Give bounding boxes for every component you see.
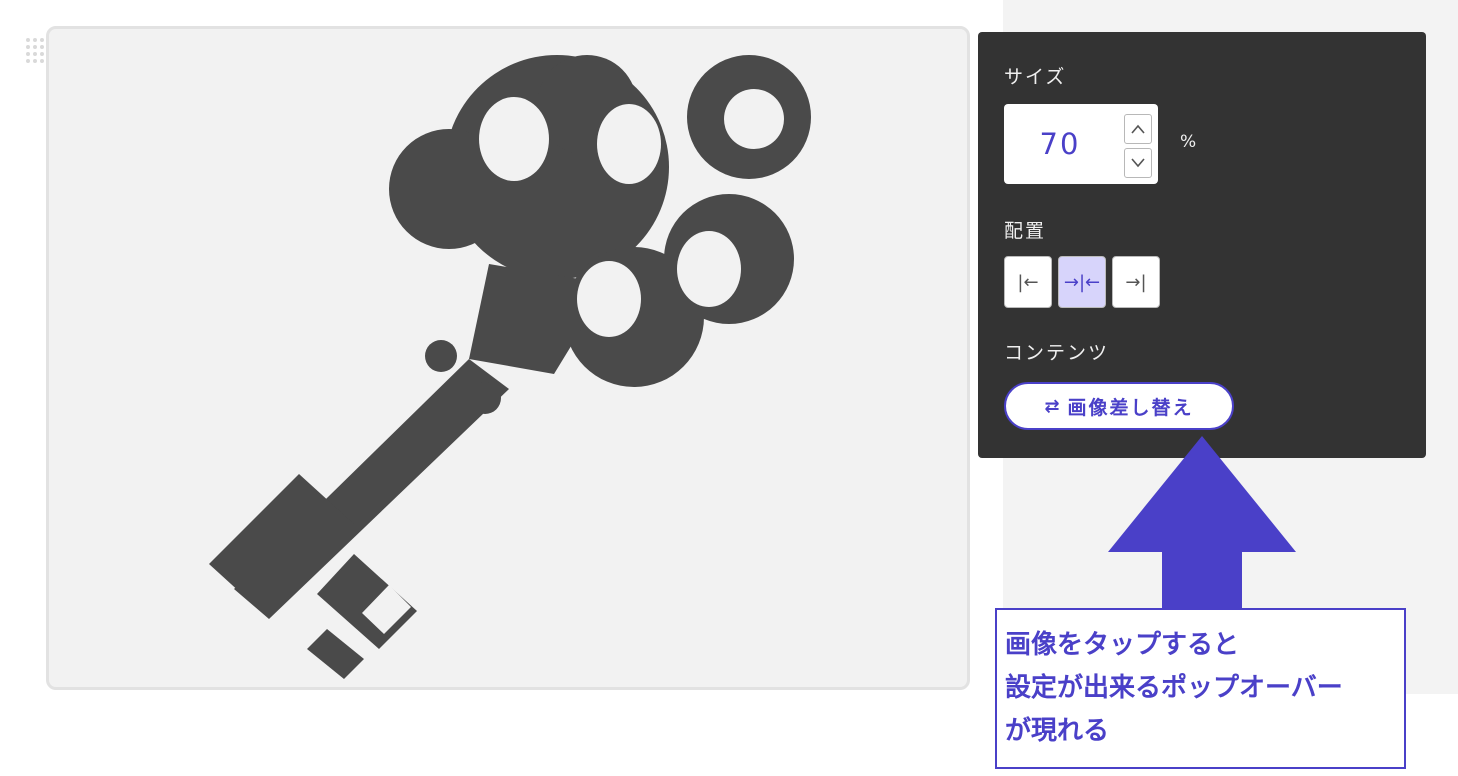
decrement-button[interactable] [1124, 148, 1152, 178]
annotation-callout: 画像をタップすると 設定が出来るポップオーバー が現れる [995, 608, 1406, 769]
swap-icon: ⇄ [1044, 395, 1060, 417]
align-center-button[interactable]: →|← [1058, 256, 1106, 308]
size-stepper[interactable]: 70 [1004, 104, 1158, 184]
alignment-label: 配置 [1004, 220, 1047, 242]
size-value-input[interactable]: 70 [1004, 104, 1116, 184]
size-unit: % [1180, 132, 1197, 152]
annotation-line-2: 設定が出来るポップオーバー [1005, 673, 1343, 703]
image-settings-popover: サイズ 70 % 配置 |← →|← →| コンテンツ ⇄ 画像差し替え [978, 32, 1426, 458]
replace-image-label: 画像差し替え [1067, 396, 1194, 419]
align-right-button[interactable]: →| [1112, 256, 1160, 308]
chevron-down-icon [1131, 158, 1145, 168]
key-icon [209, 55, 811, 679]
replace-image-button[interactable]: ⇄ 画像差し替え [1004, 382, 1234, 430]
size-label: サイズ [1004, 66, 1067, 88]
content-label: コンテンツ [1004, 342, 1110, 364]
annotation-line-3: が現れる [1005, 716, 1110, 746]
annotation-arrow-icon [1108, 436, 1296, 612]
chevron-up-icon [1131, 124, 1145, 134]
drag-handle-icon[interactable] [26, 38, 44, 64]
increment-button[interactable] [1124, 114, 1152, 144]
align-left-button[interactable]: |← [1004, 256, 1052, 308]
image-block[interactable] [46, 26, 970, 690]
annotation-line-1: 画像をタップすると [1005, 630, 1240, 660]
